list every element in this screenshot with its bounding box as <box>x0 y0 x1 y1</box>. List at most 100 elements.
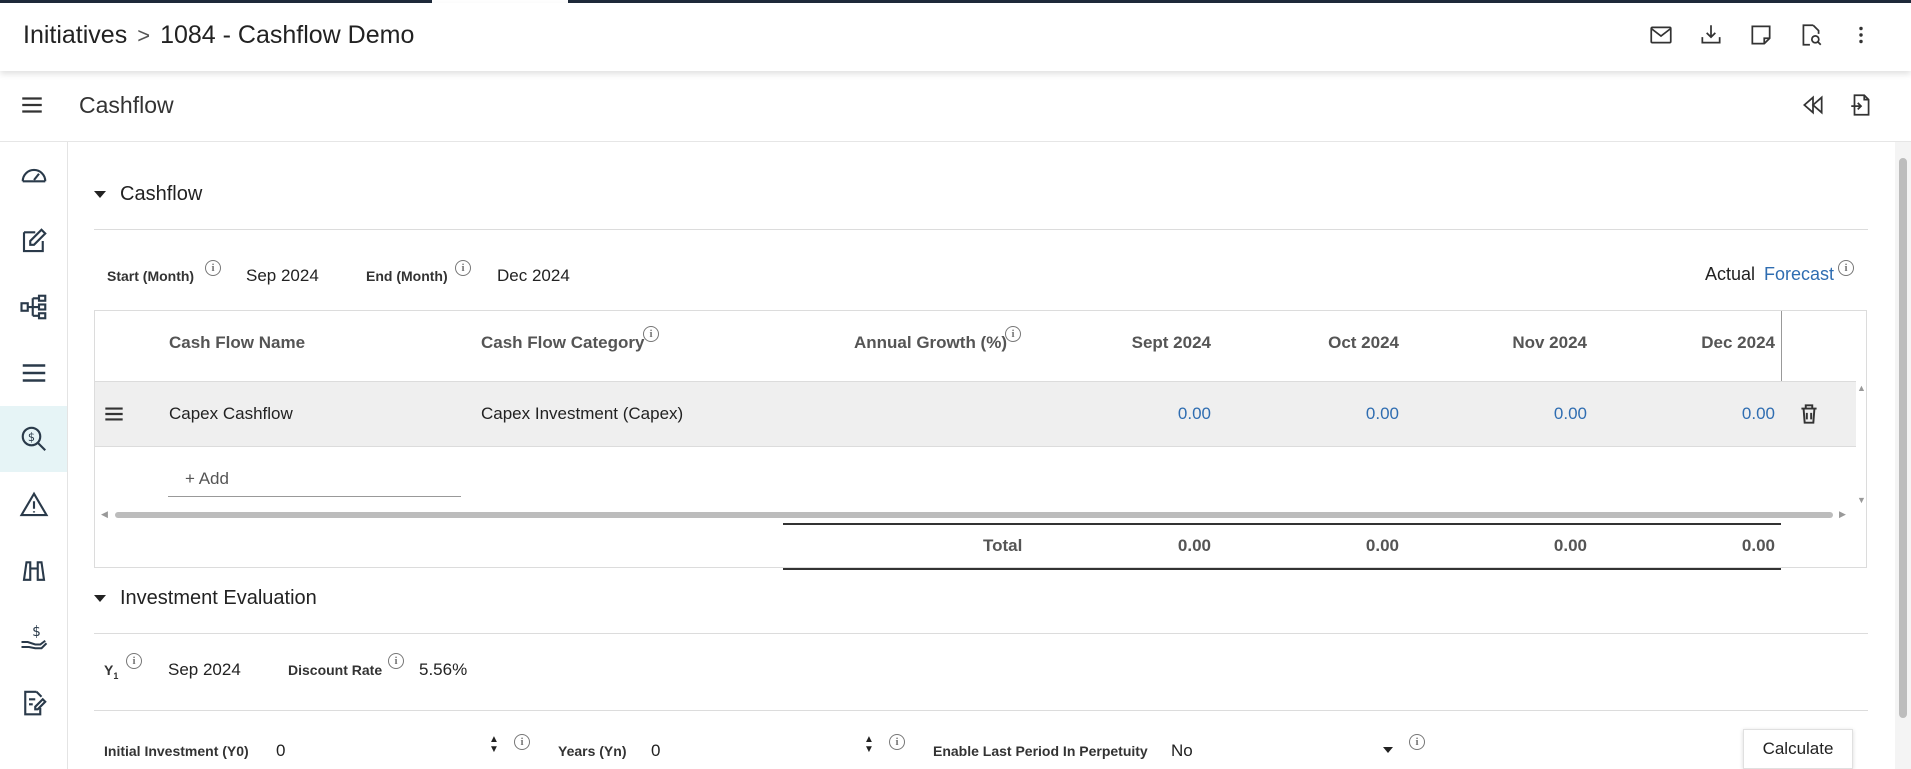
column-header-growth[interactable]: Annual Growth (%) <box>854 333 1007 353</box>
row-value-oct-2024[interactable]: 0.00 <box>1283 404 1399 424</box>
chevron-down-icon[interactable] <box>1383 747 1393 753</box>
investment-section-header[interactable]: Investment Evaluation <box>94 587 317 610</box>
sub-actions <box>1799 91 1875 119</box>
list-icon[interactable] <box>0 340 67 406</box>
info-icon[interactable]: i <box>1409 734 1425 750</box>
scroll-right-icon[interactable]: ▶ <box>1839 509 1846 520</box>
table-row[interactable]: Capex Cashflow Capex Investment (Capex) … <box>95 381 1856 447</box>
info-icon[interactable]: i <box>205 260 221 276</box>
collapse-caret-icon[interactable] <box>94 595 106 602</box>
scroll-down-icon[interactable]: ▼ <box>1857 495 1866 505</box>
total-oct-2024: 0.00 <box>1365 536 1399 555</box>
row-value-nov-2024[interactable]: 0.00 <box>1471 404 1587 424</box>
calculate-button[interactable]: Calculate <box>1743 729 1853 769</box>
collapse-caret-icon[interactable] <box>94 191 106 198</box>
initial-investment-stepper[interactable]: ▲ ▼ <box>489 735 499 755</box>
column-header-category[interactable]: Cash Flow Category <box>481 333 644 353</box>
note-icon[interactable] <box>1747 21 1775 49</box>
cashflow-section-header[interactable]: Cashflow <box>94 183 202 206</box>
row-value-sept-2024[interactable]: 0.00 <box>1095 404 1211 424</box>
left-navigation: $ $ <box>0 142 68 769</box>
warning-icon[interactable] <box>0 472 67 538</box>
mail-icon[interactable] <box>1647 21 1675 49</box>
start-month-value[interactable]: Sep 2024 <box>246 266 319 286</box>
total-nov-2024: 0.00 <box>1553 536 1587 555</box>
export-file-icon[interactable] <box>1847 91 1875 119</box>
end-month-value[interactable]: Dec 2024 <box>497 266 570 286</box>
breadcrumb-root-link[interactable]: Initiatives <box>23 21 127 50</box>
discount-rate-label: Discount Rate <box>288 662 383 678</box>
total-dec-2024: 0.00 <box>1741 536 1775 555</box>
hand-money-icon[interactable]: $ <box>0 604 67 670</box>
info-icon[interactable]: i <box>126 653 142 669</box>
y1-value[interactable]: Sep 2024 <box>168 660 241 680</box>
discount-rate-value[interactable]: 5.56% <box>419 660 467 680</box>
horizontal-scrollbar[interactable]: ◀ ▶ <box>101 509 1846 521</box>
total-sept-2024: 0.00 <box>1177 536 1211 555</box>
download-icon[interactable] <box>1697 21 1725 49</box>
divider <box>94 229 1868 230</box>
dashboard-icon[interactable] <box>0 142 67 208</box>
initial-investment-input[interactable]: 0 <box>276 741 285 761</box>
end-month-label: End (Month) <box>366 268 448 284</box>
document-edit-icon[interactable] <box>0 670 67 736</box>
financial-search-icon[interactable]: $ <box>0 406 67 472</box>
info-icon[interactable]: i <box>514 734 530 750</box>
divider <box>94 633 1868 634</box>
row-name[interactable]: Capex Cashflow <box>169 404 293 424</box>
top-actions <box>1647 21 1875 49</box>
binoculars-icon[interactable] <box>0 538 67 604</box>
sub-bar: Cashflow <box>0 71 1911 142</box>
vertical-scrollbar[interactable] <box>1895 142 1911 769</box>
divider <box>94 710 1868 711</box>
add-underline <box>168 496 461 497</box>
document-search-icon[interactable] <box>1797 21 1825 49</box>
actual-toggle[interactable]: Actual <box>1705 264 1755 285</box>
scrollbar-thumb[interactable] <box>1899 158 1907 718</box>
total-bottom-border <box>783 568 1781 570</box>
scrollbar-thumb[interactable] <box>115 512 1833 518</box>
scroll-up-icon[interactable]: ▲ <box>1857 383 1866 393</box>
cashflow-grid: Cash Flow Name Cash Flow Category i Annu… <box>94 310 1867 570</box>
row-value-dec-2024[interactable]: 0.00 <box>1659 404 1775 424</box>
info-icon[interactable]: i <box>643 326 659 342</box>
breadcrumb: Initiatives > 1084 - Cashflow Demo <box>23 21 414 50</box>
y1-label: Y1 <box>104 662 119 681</box>
years-stepper[interactable]: ▲ ▼ <box>864 735 874 755</box>
column-header-name[interactable]: Cash Flow Name <box>169 333 305 353</box>
column-separator <box>1781 311 1782 381</box>
add-cashflow-link[interactable]: + Add <box>185 469 229 489</box>
column-header-oct-2024[interactable]: Oct 2024 <box>1283 333 1399 353</box>
top-bar: Initiatives > 1084 - Cashflow Demo <box>0 3 1911 71</box>
svg-text:$: $ <box>27 431 34 444</box>
menu-icon[interactable] <box>18 91 46 119</box>
years-input[interactable]: 0 <box>651 741 660 761</box>
column-header-sept-2024[interactable]: Sept 2024 <box>1095 333 1211 353</box>
column-header-nov-2024[interactable]: Nov 2024 <box>1471 333 1587 353</box>
rewind-icon[interactable] <box>1799 91 1827 119</box>
info-icon[interactable]: i <box>1005 326 1021 342</box>
row-category[interactable]: Capex Investment (Capex) <box>481 404 683 424</box>
info-icon[interactable]: i <box>455 260 471 276</box>
years-label: Years (Yn) <box>558 743 627 759</box>
perpetuity-select[interactable]: No <box>1171 741 1193 761</box>
more-vertical-icon[interactable] <box>1847 21 1875 49</box>
breadcrumb-separator: > <box>137 22 151 48</box>
scroll-left-icon[interactable]: ◀ <box>101 509 108 520</box>
forecast-toggle[interactable]: Forecast <box>1764 264 1834 285</box>
total-top-border <box>783 523 1781 525</box>
perpetuity-label: Enable Last Period In Perpetuity <box>933 743 1148 759</box>
column-header-dec-2024[interactable]: Dec 2024 <box>1659 333 1775 353</box>
breadcrumb-current: 1084 - Cashflow Demo <box>160 21 415 49</box>
drag-handle-icon[interactable] <box>100 400 128 428</box>
section-title: Cashflow <box>120 183 203 205</box>
info-icon[interactable]: i <box>388 653 404 669</box>
initial-investment-label: Initial Investment (Y0) <box>104 743 249 759</box>
hierarchy-icon[interactable] <box>0 274 67 340</box>
page-title: Cashflow <box>79 92 174 118</box>
edit-icon[interactable] <box>0 208 67 274</box>
info-icon[interactable]: i <box>889 734 905 750</box>
start-month-label: Start (Month) <box>107 268 195 284</box>
info-icon[interactable]: i <box>1838 260 1854 276</box>
delete-icon[interactable] <box>1795 400 1823 428</box>
